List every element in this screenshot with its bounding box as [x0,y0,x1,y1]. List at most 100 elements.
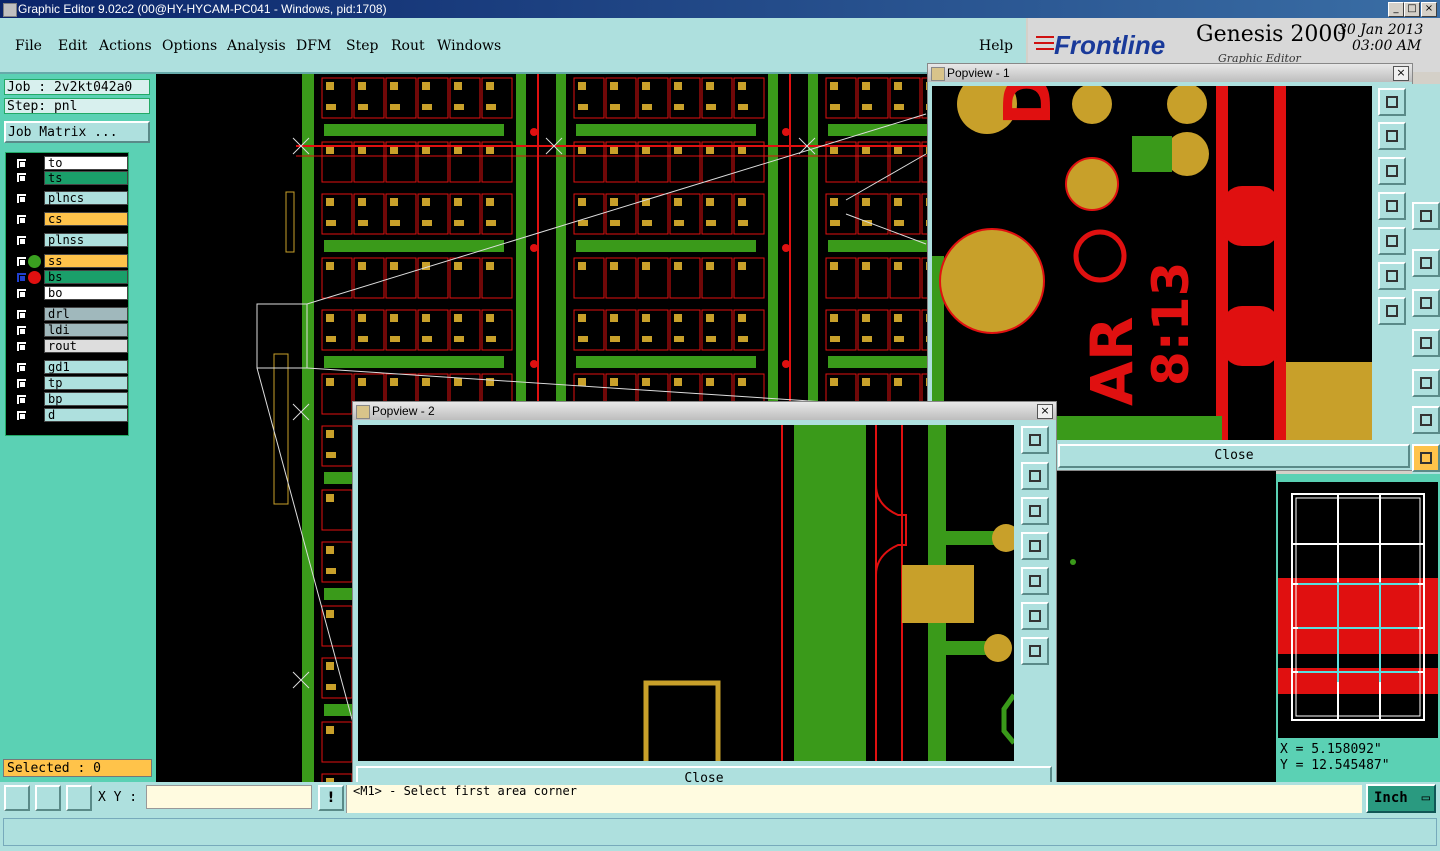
layer-ldi[interactable]: ldi [44,323,128,337]
menu-options[interactable]: Options [162,38,217,54]
menu-actions[interactable]: Actions [99,38,152,54]
layer-drl[interactable]: drl [44,307,128,321]
info-button[interactable]: ! [318,785,344,811]
svg-text:DI: DI [992,86,1066,126]
layer-bs-checkbox[interactable] [16,272,27,283]
window-title: Graphic Editor 9.02c2 (00@HY-HYCAM-PC041… [18,2,387,16]
y-coordinate: Y = 12.545487" [1280,758,1390,773]
frontline-logo-icon [1034,36,1054,50]
menu-file[interactable]: File [15,38,42,54]
layer-panel: Job : 2v2kt042a0 Step: pnl Job Matrix ..… [0,74,156,782]
popview-1-pan-left-icon[interactable] [1378,192,1406,220]
popview-2-icon [356,405,370,419]
units-selector[interactable]: Inch ▭ [1366,784,1436,813]
message-line [3,818,1437,846]
layer-rout-checkbox[interactable] [16,341,27,352]
popview-2-pan-down-icon[interactable] [1021,497,1049,525]
chevron-down-icon: ▭ [1421,790,1430,806]
layer-bp-checkbox[interactable] [16,394,27,405]
popview-1-pan-down-icon[interactable] [1378,157,1406,185]
popview-2-zoomed-view [643,425,1014,761]
layer-tp-checkbox[interactable] [16,378,27,389]
right-tool-3-icon[interactable] [1412,289,1440,317]
layer-drl-checkbox[interactable] [16,309,27,320]
panel-overview-map[interactable] [1278,482,1438,738]
layer-list: to ts plncs cs plnss ss bs bo drl ldi ro… [5,152,129,436]
menu-help[interactable]: Help [979,38,1013,54]
selected-count: Selected : 0 [3,759,152,777]
right-tool-6-icon[interactable] [1412,406,1440,434]
menu-rout[interactable]: Rout [391,38,425,54]
layer-bo-checkbox[interactable] [16,288,27,299]
frontline-logo: Frontline [1054,30,1166,60]
layer-ldi-checkbox[interactable] [16,325,27,336]
popview-1-zoom-out-icon[interactable] [1378,297,1406,325]
menu-dfm[interactable]: DFM [296,38,331,54]
maximize-button[interactable]: □ [1404,2,1420,17]
menu-step[interactable]: Step [346,38,378,54]
popview-2-titlebar[interactable]: Popview - 2 × [353,402,1056,420]
layer-ss[interactable]: ss [44,254,128,268]
xy-input[interactable] [146,785,312,809]
menu-analysis[interactable]: Analysis [227,38,286,54]
close-window-button[interactable]: × [1421,2,1437,17]
layer-gd1[interactable]: gd1 [44,360,128,374]
title-bar: Graphic Editor 9.02c2 (00@HY-HYCAM-PC041… [0,0,1440,18]
popview-1-pan-right-icon[interactable] [1378,227,1406,255]
right-tool-4-icon[interactable] [1412,329,1440,357]
popview-1-zoom-in-icon[interactable] [1378,262,1406,290]
layer-gd1-checkbox[interactable] [16,362,27,373]
popview-2-close-icon[interactable]: × [1037,404,1053,419]
popview-2-zoom-fit-icon[interactable] [1021,426,1049,454]
zoom-area-icon[interactable] [4,785,30,811]
snap-grid-icon[interactable] [66,785,92,811]
popview-1-pan-up-icon[interactable] [1378,122,1406,150]
layer-cs-checkbox[interactable] [16,214,27,225]
layer-tp[interactable]: tp [44,376,128,390]
layer-ts[interactable]: ts [44,171,128,185]
work-layer-indicator-icon [28,255,41,268]
layer-plncs-checkbox[interactable] [16,193,27,204]
layer-d-checkbox[interactable] [16,410,27,421]
layer-plncs[interactable]: plncs [44,191,128,205]
layer-bp[interactable]: bp [44,392,128,406]
popview-2-pan-left-icon[interactable] [1021,532,1049,560]
popview-2-pan-up-icon[interactable] [1021,462,1049,490]
popview-1-close-icon[interactable]: × [1393,66,1409,81]
job-matrix-button[interactable]: Job Matrix ... [4,121,150,143]
overview-panel: X = 5.158092" Y = 12.545487" [1276,474,1440,782]
measure-icon[interactable] [35,785,61,811]
popview-1-titlebar[interactable]: Popview - 1 × [928,64,1412,82]
right-toolbar [1412,84,1440,474]
popview-2-zoom-in-icon[interactable] [1021,602,1049,630]
layer-plnss[interactable]: plnss [44,233,128,247]
layer-to-checkbox[interactable] [16,158,27,169]
minimize-button[interactable]: _ [1388,2,1404,17]
popview-1-close-button[interactable]: Close [1058,444,1410,468]
layer-d[interactable]: d [44,408,128,422]
popview-2-canvas[interactable] [358,425,1014,761]
layer-rout[interactable]: rout [44,339,128,353]
menu-edit[interactable]: Edit [58,38,87,54]
right-tool-1-icon[interactable] [1412,202,1440,230]
right-tool-5-icon[interactable] [1412,369,1440,397]
layer-plnss-checkbox[interactable] [16,235,27,246]
popview-1-zoom-fit-icon[interactable] [1378,88,1406,116]
popview-2-pan-right-icon[interactable] [1021,567,1049,595]
popview-1-canvas[interactable]: DI AR 8:13 [932,86,1372,440]
layer-cs[interactable]: cs [44,212,128,226]
select-tool-icon[interactable] [1412,444,1440,472]
app-icon [3,3,17,17]
layer-bs[interactable]: bs [44,270,128,284]
layer-to[interactable]: to [44,156,128,170]
layer-bo[interactable]: bo [44,286,128,300]
product-name: Genesis 2000 [1196,22,1347,47]
layer-ss-checkbox[interactable] [16,256,27,267]
menu-windows[interactable]: Windows [437,38,501,54]
popview-1-title: Popview - 1 [947,66,1010,80]
svg-text:AR: AR [1078,316,1146,406]
layer-ts-checkbox[interactable] [16,172,27,183]
svg-text:8:13: 8:13 [1142,262,1200,386]
right-tool-2-icon[interactable] [1412,249,1440,277]
popview-2-zoom-out-icon[interactable] [1021,637,1049,665]
